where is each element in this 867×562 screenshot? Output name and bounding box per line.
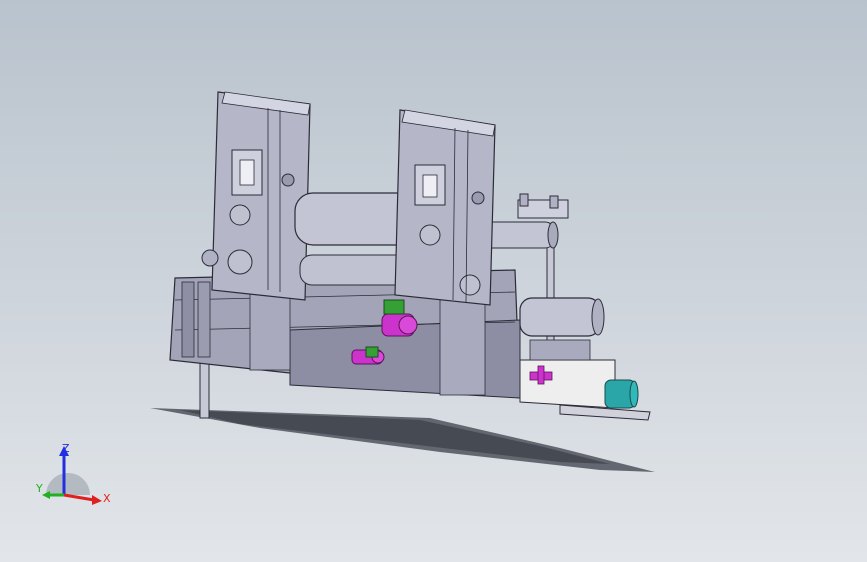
- model-scene[interactable]: [0, 0, 867, 562]
- electric-motor[interactable]: [604, 379, 639, 409]
- y-axis-arrowhead-icon: [42, 491, 50, 499]
- z-axis-label: Z: [62, 442, 70, 455]
- coordinate-triad: Z X Y: [36, 442, 111, 505]
- left-housing-tower[interactable]: [201, 91, 311, 301]
- y-axis-label: Y: [36, 482, 43, 495]
- solenoid-block-upper[interactable]: [383, 299, 405, 315]
- x-axis-arrow: [63, 493, 95, 502]
- x-axis-arrowhead-icon: [92, 495, 102, 505]
- right-housing-tower[interactable]: [394, 109, 496, 306]
- x-axis-label: X: [103, 492, 111, 505]
- drive-cylinder[interactable]: [519, 297, 605, 337]
- solenoid-block-lower[interactable]: [365, 346, 379, 358]
- cad-viewport[interactable]: Z X Y: [0, 0, 867, 562]
- hydraulic-valve-upper[interactable]: [381, 313, 418, 337]
- triad-base-icon: [46, 473, 90, 495]
- hydraulic-crossbar[interactable]: [517, 193, 569, 219]
- model-shadow: [150, 408, 655, 472]
